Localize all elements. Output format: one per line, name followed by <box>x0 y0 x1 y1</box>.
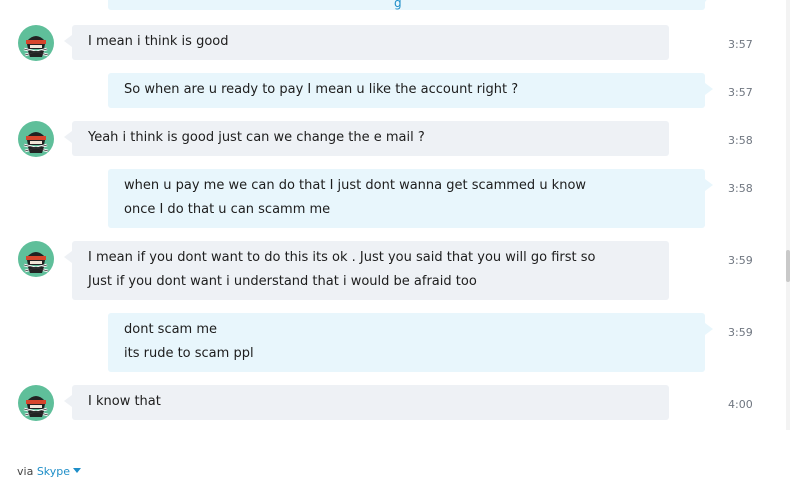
message-text: I mean if you dont want to do this its o… <box>88 250 596 265</box>
skype-link-label: Skype <box>36 465 71 478</box>
bubble-tail <box>64 395 72 407</box>
ninja-avatar-icon[interactable] <box>18 121 54 157</box>
message-timestamp: 4:00 <box>728 398 753 411</box>
message-text: I mean i think is good <box>88 34 229 49</box>
ninja-avatar-icon[interactable] <box>18 385 54 421</box>
message-text: Just if you dont want i understand that … <box>88 274 477 289</box>
message-timestamp: 3:57 <box>728 38 753 51</box>
message-timestamp: 3:57 <box>728 86 753 99</box>
message-timestamp: 3:59 <box>728 254 753 267</box>
ninja-avatar-icon[interactable] <box>18 241 54 277</box>
caret-down-icon[interactable] <box>73 468 82 473</box>
message-text: I know that <box>88 394 161 409</box>
message-text: once I do that u can scamm me <box>124 202 331 217</box>
chat-scrollbar[interactable] <box>786 0 790 430</box>
via-label: via <box>17 465 34 478</box>
previous-message-bubble: g <box>108 0 713 10</box>
message-text: dont scam me <box>124 322 218 337</box>
scrollbar-thumb[interactable] <box>786 250 790 282</box>
outgoing-message-bubble: So when are u ready to pay I mean u like… <box>108 73 713 108</box>
message-text: when u pay me we can do that I just dont… <box>124 178 587 193</box>
bubble-tail <box>705 323 713 335</box>
incoming-message-bubble: Yeah i think is good just can we change … <box>64 121 669 156</box>
bubble-tail <box>705 83 713 95</box>
ninja-avatar-icon[interactable] <box>18 25 54 61</box>
skype-link[interactable]: Skype <box>36 465 82 478</box>
footer-attribution: via Skype <box>17 465 82 478</box>
incoming-message-bubble: I mean i think is good <box>64 25 669 60</box>
bubble-tail <box>705 0 713 2</box>
incoming-message-bubble: I mean if you dont want to do this its o… <box>64 241 669 300</box>
outgoing-message-bubble: dont scam me its rude to scam ppl <box>108 313 713 372</box>
message-text: Yeah i think is good just can we change … <box>88 130 425 145</box>
bubble-tail <box>64 251 72 263</box>
outgoing-message-bubble: when u pay me we can do that I just dont… <box>108 169 713 228</box>
message-timestamp: 3:58 <box>728 182 753 195</box>
bubble-tail <box>64 131 72 143</box>
bubble-tail <box>705 179 713 191</box>
message-text: So when are u ready to pay I mean u like… <box>124 82 519 97</box>
chat-history[interactable]: g I mean i think is good 3:57 So when ar… <box>0 0 780 430</box>
message-text: its rude to scam ppl <box>124 346 254 361</box>
incoming-message-bubble: I know that <box>64 385 669 420</box>
message-timestamp: 3:58 <box>728 134 753 147</box>
bubble-tail <box>64 35 72 47</box>
message-timestamp: 3:59 <box>728 326 753 339</box>
previous-message-fragment: g <box>394 0 402 10</box>
